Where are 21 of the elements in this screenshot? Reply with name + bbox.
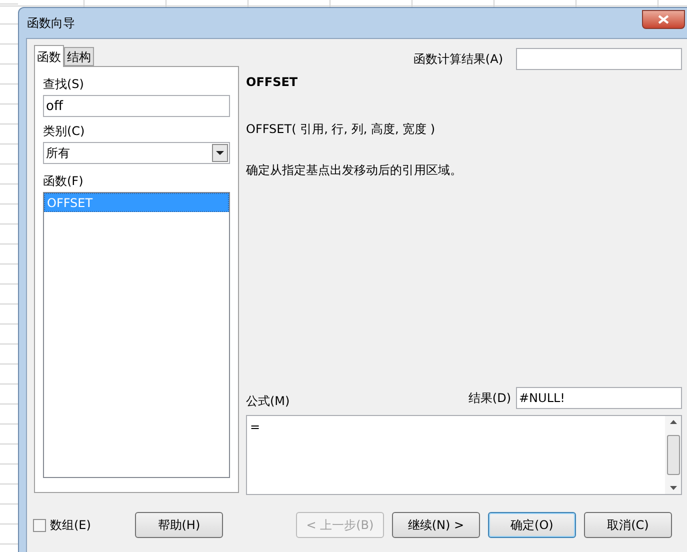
result-field[interactable]: #NULL!: [516, 387, 682, 409]
tab[interactable]: 函数: [34, 45, 64, 67]
field-label: 类别(C): [43, 123, 86, 140]
dialog-button[interactable]: 继续(N) >: [392, 512, 480, 538]
function-signature: OFFSET( 引用, 行, 列, 高度, 宽度 ): [246, 121, 436, 138]
field-label: 查找(S): [43, 76, 85, 93]
field-label: 函数计算结果(A): [413, 51, 503, 68]
window-title: 函数向导: [27, 15, 75, 32]
category-dropdown[interactable]: 所有: [43, 142, 230, 164]
formula-field[interactable]: =: [246, 415, 682, 495]
function-name: OFFSET: [246, 74, 299, 91]
dialog-button[interactable]: 帮助(H): [134, 512, 223, 538]
checkbox-label: 数组(E): [50, 517, 91, 534]
field-label: 函数(F): [43, 173, 84, 190]
field-label: 结果(D): [468, 390, 511, 407]
tab[interactable]: 结构: [64, 47, 94, 66]
search-field[interactable]: off: [43, 95, 230, 117]
function-description: 确定从指定基点出发移动后的引用区域。: [246, 162, 463, 179]
dialog-button[interactable]: 取消(C): [584, 512, 672, 538]
field-label: 公式(M): [246, 393, 290, 410]
dialog-button[interactable]: 确定(O): [488, 512, 576, 538]
